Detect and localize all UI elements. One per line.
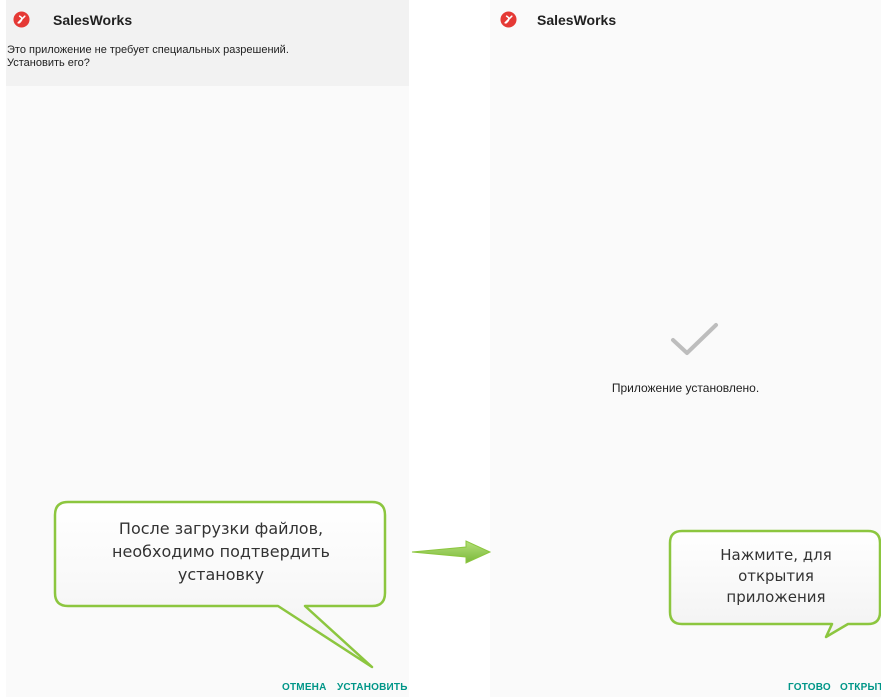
- install-status-text: Приложение установлено.: [611, 381, 760, 395]
- salesworks-logo-icon: [13, 11, 30, 28]
- prompt-line: Установить его?: [7, 57, 90, 69]
- open-button[interactable]: ОТКРЫТЬ: [840, 682, 881, 693]
- cancel-button[interactable]: ОТМЕНА: [282, 682, 327, 693]
- app-name: SalesWorks: [537, 12, 617, 28]
- install-prompt: Это приложение не требует специальных ра…: [7, 44, 289, 70]
- checkmark-icon: [671, 323, 718, 355]
- prompt-line: Это приложение не требует специальных ра…: [7, 44, 289, 56]
- salesworks-logo-icon: [500, 11, 517, 28]
- install-button[interactable]: УСТАНОВИТЬ: [337, 682, 408, 693]
- header-panel: SalesWorks Это приложение не требует спе…: [6, 0, 409, 86]
- done-button[interactable]: ГОТОВО: [788, 682, 831, 693]
- install-confirm-screen: SalesWorks Это приложение не требует спе…: [6, 0, 409, 697]
- installed-screen: SalesWorks Приложение установлено. ГОТОВ…: [490, 0, 881, 697]
- right-arrow-icon: [411, 540, 492, 564]
- app-name: SalesWorks: [53, 12, 133, 28]
